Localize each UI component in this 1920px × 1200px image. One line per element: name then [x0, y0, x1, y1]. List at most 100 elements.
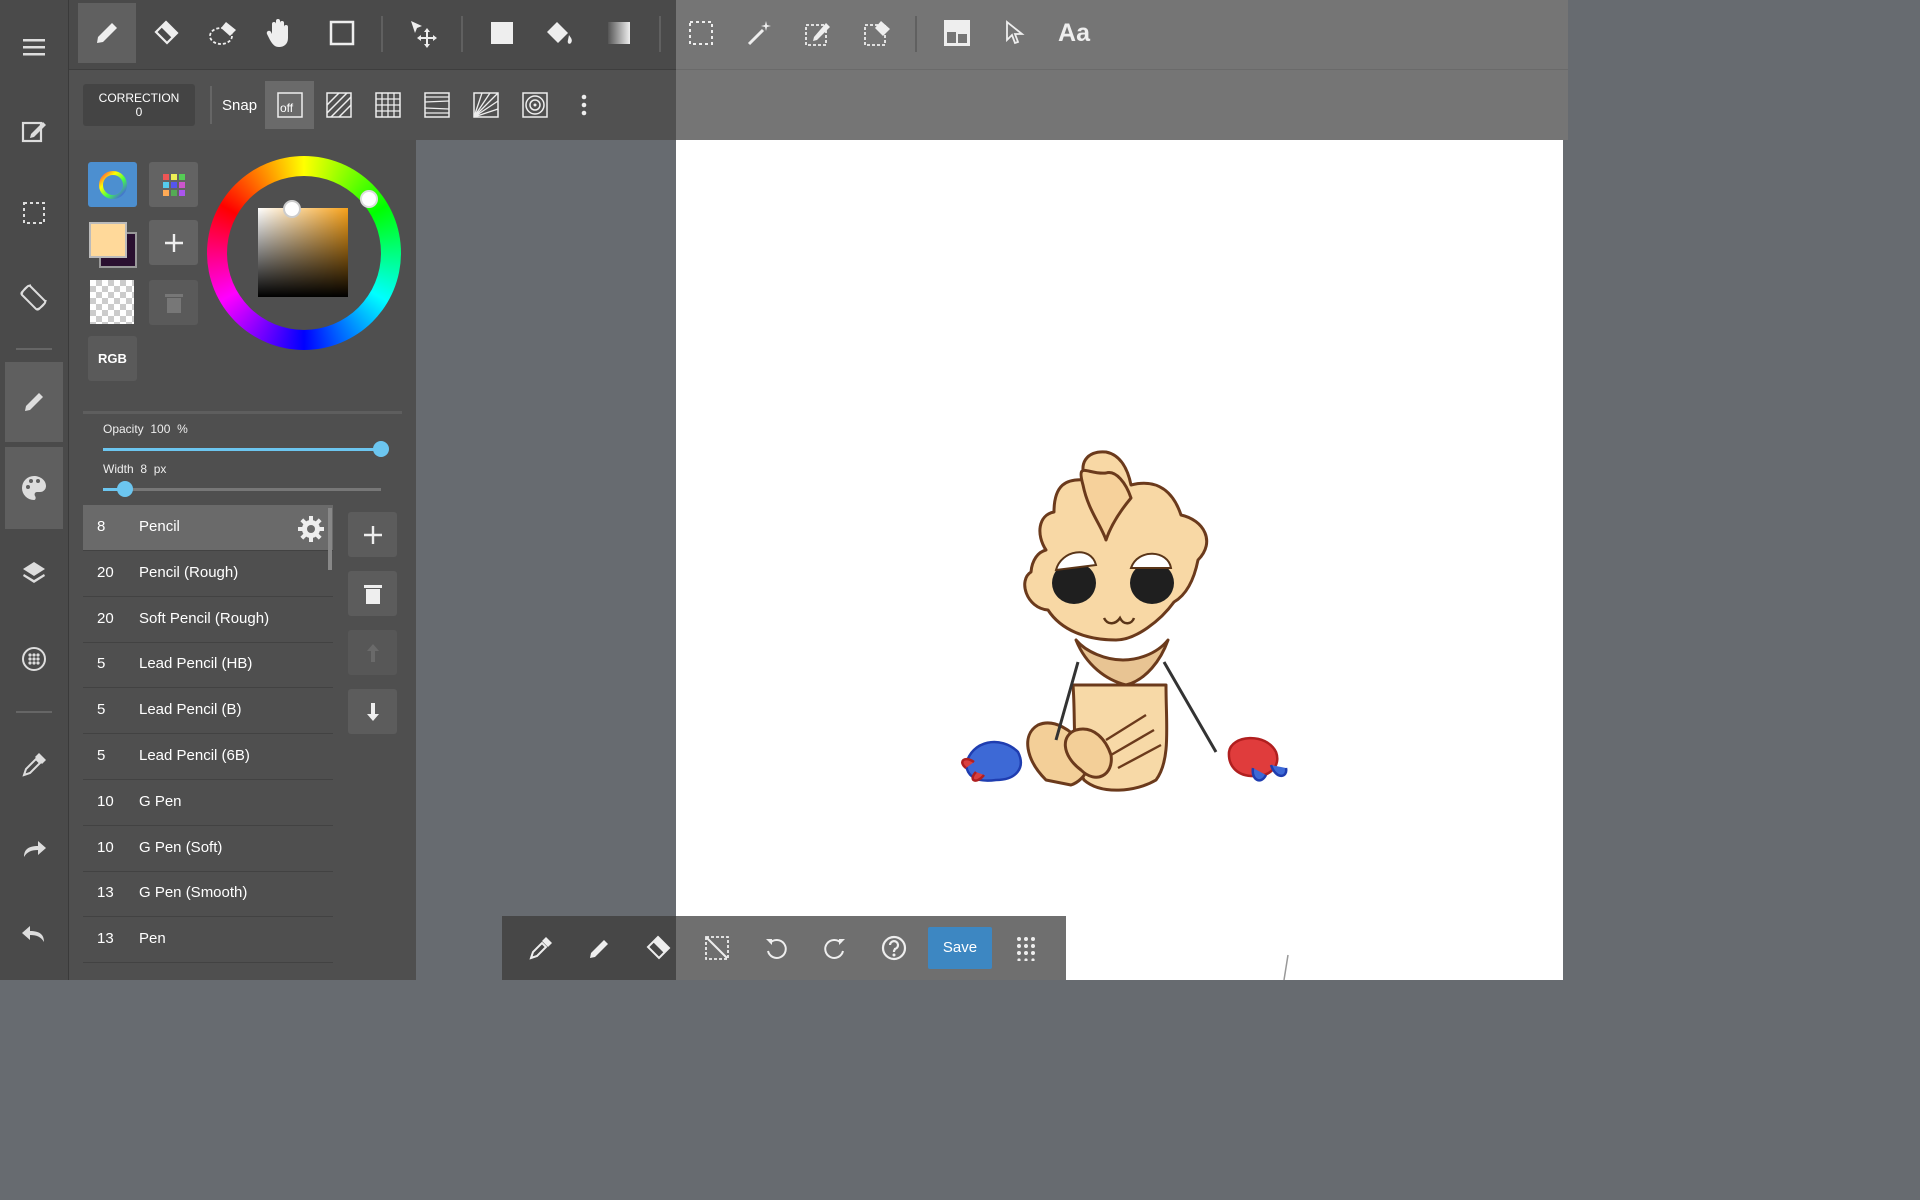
- arrow-down-icon: [366, 702, 379, 721]
- brush-item[interactable]: 5 Lead Pencil (6B): [83, 734, 333, 780]
- opacity-slider[interactable]: [103, 441, 389, 457]
- rotate-left-button[interactable]: [751, 922, 801, 974]
- operation-tool-button[interactable]: [986, 3, 1044, 63]
- brush-item[interactable]: 20 Soft Pencil (Rough): [83, 597, 333, 643]
- opacity-slider-handle[interactable]: [373, 441, 389, 457]
- correction-button[interactable]: CORRECTION 0: [83, 84, 195, 126]
- frame-divider-button[interactable]: [928, 3, 986, 63]
- text-tool-button[interactable]: Aa: [1045, 3, 1103, 63]
- save-button[interactable]: Save: [928, 927, 992, 969]
- select-tool-button[interactable]: [672, 3, 730, 63]
- eraser-tool-button[interactable]: [137, 3, 195, 63]
- add-brush-button[interactable]: [348, 512, 397, 557]
- app-grid-button[interactable]: [1001, 922, 1051, 974]
- delete-brush-button[interactable]: [348, 571, 397, 616]
- eyedropper-button[interactable]: [0, 726, 68, 804]
- rotate-screen-button[interactable]: [0, 258, 68, 336]
- saturation-value-square[interactable]: [258, 208, 348, 297]
- layers-button[interactable]: [0, 534, 68, 612]
- pencil-icon: [590, 940, 608, 958]
- rail-divider: [16, 348, 52, 350]
- brush-item[interactable]: 5 Lead Pencil (HB): [83, 642, 333, 689]
- brush-size: 13: [97, 884, 114, 902]
- help-button[interactable]: [869, 922, 919, 974]
- palette-grid-tab[interactable]: [149, 162, 198, 207]
- brush-item[interactable]: 13 Pen: [83, 917, 333, 964]
- bottom-quickbar-extension: Save: [646, 916, 1066, 980]
- palette-grid-icon: [162, 173, 185, 196]
- quick-eyedropper-button[interactable]: [516, 922, 566, 974]
- select-eraser-button[interactable]: [848, 3, 906, 63]
- delete-color-button[interactable]: [149, 280, 198, 325]
- sv-picker-handle[interactable]: [283, 200, 301, 218]
- materials-button[interactable]: [0, 620, 68, 698]
- width-slider-handle[interactable]: [117, 481, 134, 497]
- menu-button[interactable]: [0, 8, 68, 86]
- more-options-button[interactable]: [559, 81, 608, 129]
- magic-wand-button[interactable]: [731, 3, 789, 63]
- move-tool-button[interactable]: [394, 3, 452, 63]
- character-artwork: [961, 450, 1289, 980]
- trash-icon: [164, 293, 183, 313]
- opacity-readout: Opacity 100 %: [103, 422, 188, 436]
- color-wheel-tab[interactable]: [88, 162, 137, 207]
- edit-canvas-button[interactable]: [0, 92, 68, 170]
- brush-settings-button[interactable]: [297, 515, 325, 543]
- brush-item[interactable]: 20 Pencil (Rough): [83, 551, 333, 597]
- brush-size: 5: [97, 655, 106, 673]
- rail-divider: [16, 711, 52, 713]
- brush-item[interactable]: 5 Lead Pencil (B): [83, 688, 333, 735]
- eraser-icon: [154, 20, 179, 45]
- toolbar-divider: [381, 16, 383, 52]
- hand-tool-button[interactable]: [250, 3, 308, 63]
- selection-button[interactable]: [0, 174, 68, 252]
- concentric-snap-button[interactable]: [510, 81, 559, 129]
- radial-snap-button[interactable]: [461, 81, 510, 129]
- opacity-label: Opacity: [103, 422, 144, 436]
- selection-icon: [689, 21, 713, 45]
- select-pen-icon: [805, 23, 830, 46]
- panel-divider: [83, 411, 402, 414]
- gradient-tool-button[interactable]: [590, 3, 648, 63]
- deselect-button[interactable]: [692, 922, 742, 974]
- width-slider[interactable]: [103, 481, 381, 497]
- brush-item[interactable]: 13 G Pen (Smooth): [83, 871, 333, 918]
- primary-color-swatch[interactable]: [89, 222, 127, 258]
- transparent-color-swatch[interactable]: [90, 280, 134, 324]
- drawing-canvas[interactable]: [676, 140, 1563, 980]
- color-panel-button[interactable]: [5, 447, 63, 529]
- color-mode-button[interactable]: RGB: [88, 336, 137, 381]
- move-cursor-icon: [411, 21, 437, 48]
- trash-icon: [363, 584, 382, 604]
- redo-button[interactable]: [0, 810, 68, 888]
- quick-eraser-button[interactable]: [633, 922, 683, 974]
- snap-off-label: off: [280, 101, 294, 115]
- perspective-snap-button[interactable]: [412, 81, 461, 129]
- hue-ring[interactable]: [207, 156, 401, 350]
- pointer-icon: [1006, 20, 1025, 45]
- move-brush-down-button[interactable]: [348, 689, 397, 734]
- add-color-button[interactable]: [149, 220, 198, 265]
- brush-panel-button[interactable]: [5, 362, 63, 442]
- undo-button[interactable]: [0, 895, 68, 973]
- rotate-right-button[interactable]: [810, 922, 860, 974]
- bucket-tool-button[interactable]: [531, 3, 589, 63]
- brush-list-scrollbar[interactable]: [328, 508, 332, 570]
- snap-label: Snap: [222, 97, 258, 114]
- move-brush-up-button[interactable]: [348, 630, 397, 675]
- eyedropper-icon: [22, 753, 46, 777]
- rectangle-tool-button[interactable]: [313, 3, 371, 63]
- quick-pen-button[interactable]: [575, 922, 625, 974]
- brush-item[interactable]: 10 G Pen (Soft): [83, 826, 333, 872]
- select-pen-button[interactable]: [789, 3, 847, 63]
- pen-tool-button[interactable]: [78, 3, 136, 63]
- lasso-eraser-button[interactable]: [195, 3, 253, 63]
- brush-item[interactable]: 8 Pencil: [83, 505, 333, 551]
- hue-picker-handle[interactable]: [360, 190, 378, 208]
- grid-snap-button[interactable]: [363, 81, 412, 129]
- width-unit: px: [153, 462, 167, 476]
- brush-item[interactable]: 10 G Pen: [83, 780, 333, 826]
- snap-off-button[interactable]: off: [265, 81, 314, 129]
- parallel-snap-button[interactable]: [314, 81, 363, 129]
- fill-rectangle-button[interactable]: [473, 3, 531, 63]
